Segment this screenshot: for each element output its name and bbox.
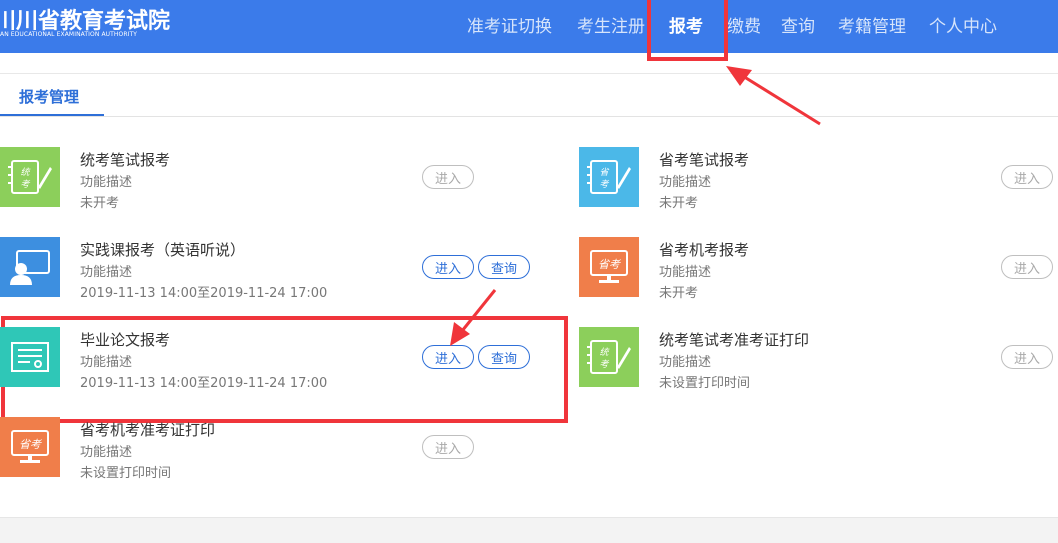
page-footer <box>0 517 1058 543</box>
arrow-to-nav-line <box>737 71 821 126</box>
arrow-to-enter-line <box>456 289 497 337</box>
annotation-arrows <box>450 66 821 346</box>
arrow-to-nav-head <box>726 66 752 86</box>
